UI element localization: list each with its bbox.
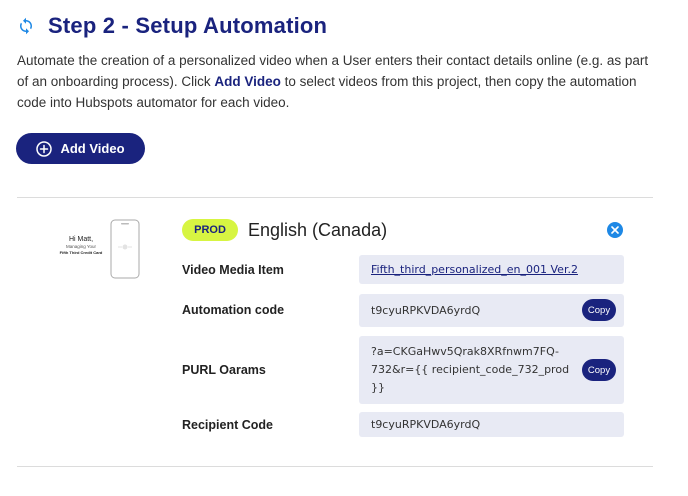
purl-line-3: }}: [371, 381, 385, 394]
remove-video-button[interactable]: [607, 222, 623, 238]
add-video-button[interactable]: Add Video: [16, 133, 145, 164]
close-icon: [611, 226, 619, 234]
recipient-code-label: Recipient Code: [182, 418, 273, 432]
video-media-item-field: Fifth_third_personalized_en_001 Ver.2: [359, 255, 624, 284]
video-language-title: English (Canada): [248, 220, 388, 240]
thumbnail-text: Hi Matt, Managing Your Fifth Third Credi…: [54, 235, 108, 255]
copy-purl-params-button[interactable]: Copy: [582, 359, 616, 381]
sync-icon: [17, 16, 37, 36]
environment-badge: PROD: [182, 219, 238, 241]
divider-top: [17, 197, 653, 198]
page-title: Step 2 - Setup Automation: [48, 13, 328, 38]
purl-params-label: PURL Oarams: [182, 363, 266, 377]
automation-code-value: t9cyuRPKVDA6yrdQ: [371, 304, 481, 317]
purl-line-2: 732&r={{ recipient_code_732_prod: [371, 363, 570, 376]
description-add-video-link: Add Video: [214, 74, 281, 89]
section-header: Step 2 - Setup Automation: [17, 13, 327, 39]
description: Automate the creation of a personalized …: [17, 50, 657, 113]
video-media-item-label: Video Media Item: [182, 263, 284, 277]
thumbnail-heading: Fifth Third Credit Card: [59, 249, 103, 255]
automation-code-field[interactable]: t9cyuRPKVDA6yrdQ Copy: [359, 294, 624, 327]
recipient-code-field[interactable]: t9cyuRPKVDA6yrdQ: [359, 412, 624, 437]
purl-params-field[interactable]: ?a=CKGaHwv5Qrak8XRfnwm7FQ- 732&r={{ reci…: [359, 336, 624, 404]
add-video-label: Add Video: [60, 141, 125, 156]
recipient-code-value: t9cyuRPKVDA6yrdQ: [371, 418, 481, 431]
automation-code-label: Automation code: [182, 303, 285, 317]
plus-circle-icon: [36, 140, 53, 157]
phone-mockup-icon: [110, 219, 140, 279]
purl-params-value: ?a=CKGaHwv5Qrak8XRfnwm7FQ- 732&r={{ reci…: [371, 343, 586, 397]
purl-line-1: ?a=CKGaHwv5Qrak8XRfnwm7FQ-: [371, 345, 560, 358]
thumbnail-greeting: Hi Matt,: [68, 236, 94, 243]
video-media-item-link[interactable]: Fifth_third_personalized_en_001 Ver.2: [371, 263, 578, 276]
copy-automation-code-button[interactable]: Copy: [582, 299, 616, 321]
video-thumbnail[interactable]: Hi Matt, Managing Your Fifth Third Credi…: [40, 219, 140, 279]
divider-bottom: [17, 466, 653, 467]
